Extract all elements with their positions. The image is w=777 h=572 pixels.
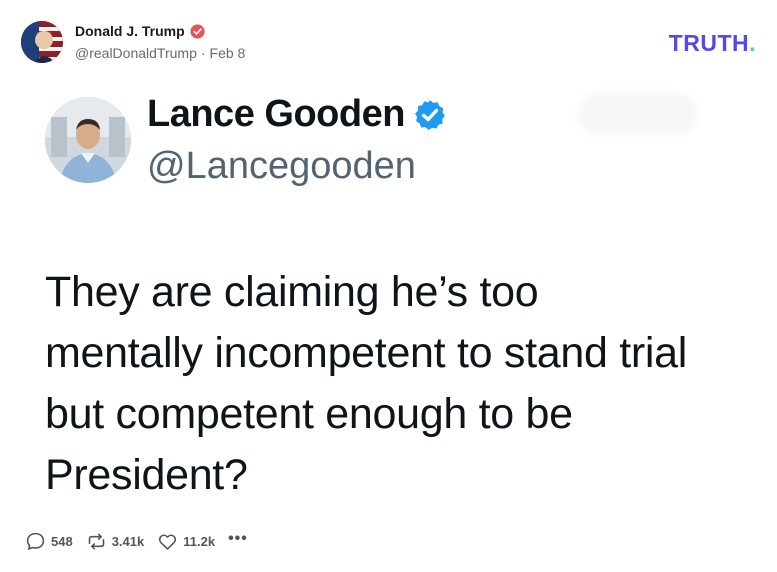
- like-icon: [159, 534, 177, 550]
- like-button[interactable]: 11.2k: [157, 531, 215, 552]
- tweet-text: They are claiming he’s too mentally inco…: [45, 262, 765, 506]
- like-count: 11.2k: [183, 534, 216, 549]
- post-date[interactable]: Feb 8: [210, 45, 246, 61]
- author-name[interactable]: Donald J. Trump: [75, 23, 185, 39]
- reply-button[interactable]: 548: [25, 531, 73, 552]
- logo-text: TRUTH: [668, 30, 750, 56]
- tweet-name-row: Lance Gooden: [147, 93, 447, 136]
- truth-logo: TRUTH.: [669, 30, 756, 57]
- post-header: Donald J. Trump @realDonaldTrump · Feb 8…: [0, 0, 777, 80]
- tweet-text-line: but competent enough to be: [45, 390, 573, 438]
- tweet-verified-badge-icon: [415, 99, 445, 130]
- reply-count: 548: [51, 534, 73, 549]
- tweet-text-line: mentally incompetent to stand trial: [45, 329, 687, 377]
- meta-separator: ·: [200, 45, 206, 61]
- more-icon: •••: [228, 529, 248, 547]
- logo-dot: .: [749, 30, 756, 56]
- author-avatar[interactable]: [21, 21, 63, 63]
- retruth-button[interactable]: 3.41k: [86, 531, 145, 552]
- tweet-author-handle: @Lancegooden: [147, 145, 416, 187]
- verified-badge-icon: [190, 23, 205, 39]
- blurred-follow-button: [578, 93, 698, 135]
- reply-icon: [26, 532, 45, 550]
- tweet-text-line: They are claiming he’s too: [45, 268, 539, 316]
- tweet-author-avatar: [45, 97, 131, 183]
- more-button[interactable]: •••: [228, 530, 248, 548]
- retruth-count: 3.41k: [111, 534, 145, 549]
- retruth-icon: [88, 533, 104, 550]
- author-handle[interactable]: @realDonaldTrump: [75, 45, 197, 61]
- tweet-author-name: Lance Gooden: [147, 93, 405, 135]
- action-bar: 548 3.41k 11.2k •••: [25, 530, 261, 552]
- author-name-row: Donald J. Trump: [75, 23, 205, 39]
- post-meta: @realDonaldTrump · Feb 8: [75, 45, 245, 61]
- tweet-text-line: President?: [45, 451, 248, 499]
